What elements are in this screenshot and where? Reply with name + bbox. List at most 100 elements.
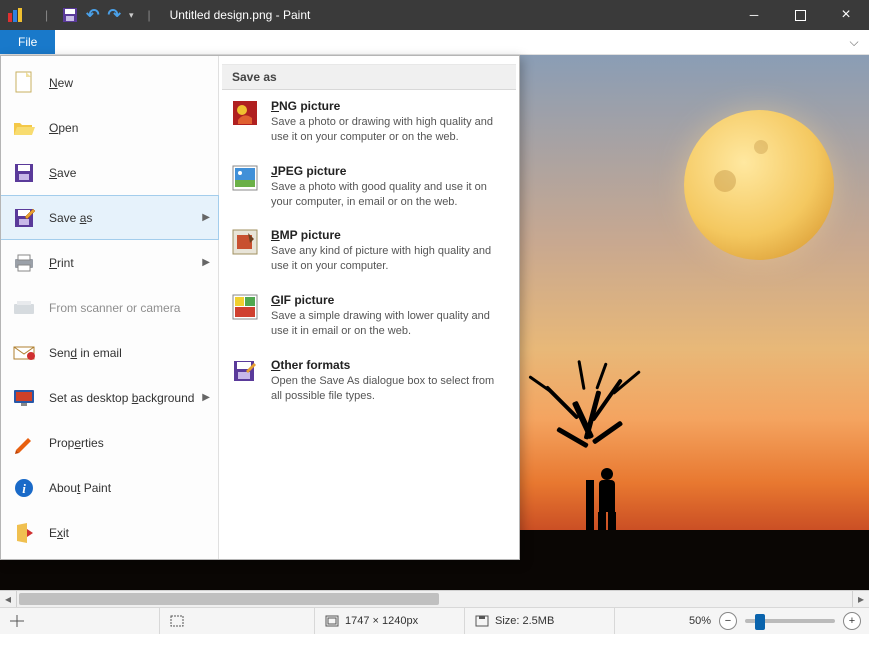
zoom-controls: 50% − + — [681, 612, 869, 630]
menu-label: Exit — [49, 526, 69, 540]
save-as-submenu: Save as PNG picture Save a photo or drawi… — [219, 56, 519, 559]
email-icon — [11, 340, 37, 366]
option-title: Other formats — [271, 358, 507, 372]
menu-label: Properties — [49, 436, 104, 450]
option-desc: Open the Save As dialogue box to select … — [271, 374, 507, 404]
file-menu-left-column: New Open Save Save as ▶ Print ▶ From sca… — [1, 56, 219, 559]
person-graphic — [590, 468, 624, 538]
file-tab[interactable]: File — [0, 30, 55, 54]
minimize-button[interactable]: ─ — [731, 0, 777, 30]
open-icon — [11, 115, 37, 141]
menu-label: Open — [49, 121, 78, 135]
menu-item-exit[interactable]: Exit — [1, 510, 218, 555]
zoom-out-button[interactable]: − — [719, 612, 737, 630]
menu-item-set-desktop[interactable]: Set as desktop background ▶ — [1, 375, 218, 420]
scroll-track[interactable] — [17, 591, 852, 607]
dimensions-icon — [325, 615, 339, 627]
submenu-header: Save as — [222, 64, 516, 90]
save-as-png[interactable]: PNG picture Save a photo or drawing with … — [219, 90, 519, 155]
separator: | — [42, 8, 51, 22]
file-size: Size: 2.5MB — [465, 608, 615, 634]
titlebar: | ↶ ↷ ▾ | Untitled design.png - Paint ─ … — [0, 0, 869, 30]
maximize-button[interactable] — [777, 0, 823, 30]
gif-icon — [231, 293, 259, 321]
menu-item-open[interactable]: Open — [1, 105, 218, 150]
scroll-right-button[interactable]: ▸ — [852, 591, 869, 607]
svg-text:i: i — [22, 481, 26, 496]
disk-icon — [475, 615, 489, 627]
menu-item-save-as[interactable]: Save as ▶ — [1, 195, 219, 240]
menu-label: Save as — [49, 211, 92, 225]
zoom-slider-knob[interactable] — [755, 614, 765, 630]
option-title: JPEG picture — [271, 164, 507, 178]
menu-item-from-scanner[interactable]: From scanner or camera — [1, 285, 218, 330]
file-menu: New Open Save Save as ▶ Print ▶ From sca… — [0, 55, 520, 560]
selection-size — [160, 608, 315, 634]
qat-customize-button[interactable]: ▾ — [126, 10, 137, 21]
option-desc: Save any kind of picture with high quali… — [271, 244, 507, 274]
scanner-icon — [11, 295, 37, 321]
option-title: BMP picture — [271, 228, 507, 242]
save-as-jpeg[interactable]: JPEG picture Save a photo with good quali… — [219, 155, 519, 220]
scroll-thumb[interactable] — [19, 593, 439, 605]
app-icon — [0, 7, 32, 23]
scroll-left-button[interactable]: ◂ — [0, 591, 17, 607]
save-as-icon — [11, 205, 37, 231]
menu-item-new[interactable]: New — [1, 60, 218, 105]
png-icon — [231, 99, 259, 127]
save-icon — [11, 160, 37, 186]
menu-label: Send in email — [49, 346, 122, 360]
menu-item-properties[interactable]: Properties — [1, 420, 218, 465]
menu-item-send-email[interactable]: Send in email — [1, 330, 218, 375]
undo-button[interactable]: ↶ — [83, 5, 102, 25]
close-button[interactable]: × — [823, 0, 869, 30]
submenu-arrow-icon: ▶ — [202, 392, 210, 403]
option-title: GIF picture — [271, 293, 507, 307]
save-as-other[interactable]: Other formats Open the Save As dialogue b… — [219, 349, 519, 414]
redo-button[interactable]: ↷ — [105, 5, 124, 25]
menu-item-print[interactable]: Print ▶ — [1, 240, 218, 285]
zoom-in-button[interactable]: + — [843, 612, 861, 630]
submenu-arrow-icon: ▶ — [202, 257, 210, 268]
horizontal-scrollbar[interactable]: ◂ ▸ — [0, 590, 869, 607]
other-formats-icon — [231, 358, 259, 386]
quick-access-toolbar: | ↶ ↷ ▾ | — [32, 5, 160, 25]
zoom-value: 50% — [689, 615, 711, 627]
status-bar: 1747 × 1240px Size: 2.5MB 50% − + — [0, 607, 869, 634]
print-icon — [11, 250, 37, 276]
save-as-gif[interactable]: GIF picture Save a simple drawing with lo… — [219, 284, 519, 349]
dimensions-value: 1747 × 1240px — [345, 615, 418, 627]
desktop-icon — [11, 385, 37, 411]
cursor-icon — [10, 615, 24, 627]
new-icon — [11, 70, 37, 96]
cursor-position — [0, 608, 160, 634]
menu-label: About Paint — [49, 481, 111, 495]
option-desc: Save a simple drawing with lower quality… — [271, 309, 507, 339]
menu-label: Print — [49, 256, 74, 270]
menu-label: Set as desktop background — [49, 391, 194, 405]
option-desc: Save a photo with good quality and use i… — [271, 180, 507, 210]
ribbon-tabs: File ⌵ — [0, 30, 869, 55]
option-title: PNG picture — [271, 99, 507, 113]
ribbon-collapse-button[interactable]: ⌵ — [839, 30, 869, 54]
exit-icon — [11, 520, 37, 546]
about-icon: i — [11, 475, 37, 501]
file-size-value: Size: 2.5MB — [495, 615, 554, 627]
save-qat-button[interactable] — [59, 7, 81, 23]
properties-icon — [11, 430, 37, 456]
bmp-icon — [231, 228, 259, 256]
menu-item-about[interactable]: i About Paint — [1, 465, 218, 510]
jpeg-icon — [231, 164, 259, 192]
menu-label: Save — [49, 166, 76, 180]
option-desc: Save a photo or drawing with high qualit… — [271, 115, 507, 145]
window-title: Untitled design.png - Paint — [170, 8, 731, 22]
moon-graphic — [684, 110, 834, 260]
image-dimensions: 1747 × 1240px — [315, 608, 465, 634]
menu-label: From scanner or camera — [49, 301, 180, 315]
submenu-arrow-icon: ▶ — [202, 212, 210, 223]
separator: | — [144, 8, 153, 22]
zoom-slider[interactable] — [745, 619, 835, 623]
save-as-bmp[interactable]: BMP picture Save any kind of picture with… — [219, 219, 519, 284]
menu-item-save[interactable]: Save — [1, 150, 218, 195]
selection-icon — [170, 615, 184, 627]
